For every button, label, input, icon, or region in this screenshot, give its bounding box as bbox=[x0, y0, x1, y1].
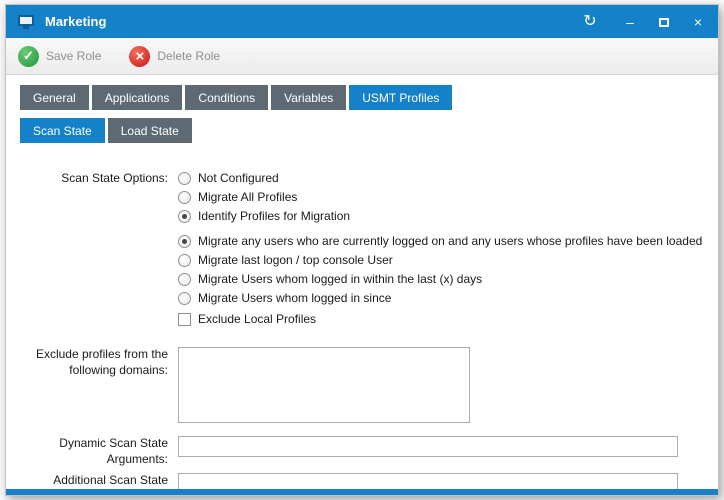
scan-options-label: Scan State Options: bbox=[6, 171, 178, 187]
radio-button[interactable] bbox=[178, 273, 191, 286]
radio-label: Not Configured bbox=[198, 171, 279, 185]
tab-variables[interactable]: Variables bbox=[271, 85, 346, 110]
radio-label: Migrate last logon / top console User bbox=[198, 253, 393, 267]
migration-mode-group: Migrate any users who are currently logg… bbox=[178, 234, 718, 305]
radio-button[interactable] bbox=[178, 172, 191, 185]
dynamic-args-row: Dynamic Scan State Arguments: bbox=[6, 436, 718, 467]
window: Marketing ↻ – × ✓ Save Role × Delete Rol… bbox=[5, 4, 719, 496]
titlebar: Marketing ↻ – × bbox=[6, 5, 718, 38]
radio-button[interactable] bbox=[178, 191, 191, 204]
radio-label: Migrate Users whom logged in since bbox=[198, 291, 391, 305]
radio-option-not-configured[interactable]: Not Configured bbox=[178, 171, 718, 185]
radio-label: Migrate All Profiles bbox=[198, 190, 297, 204]
subtab-scan-state[interactable]: Scan State bbox=[20, 118, 105, 143]
radio-option-migrate-all-profiles[interactable]: Migrate All Profiles bbox=[178, 190, 718, 204]
subtab-load-state[interactable]: Load State bbox=[108, 118, 192, 143]
additional-args-input[interactable] bbox=[178, 473, 678, 489]
additional-args-row: Additional Scan State Arguments: bbox=[6, 473, 718, 489]
window-controls: ↻ – × bbox=[582, 14, 706, 30]
maximize-icon bbox=[659, 18, 669, 27]
radio-button[interactable] bbox=[178, 292, 191, 305]
delete-role-button[interactable]: × Delete Role bbox=[129, 46, 220, 67]
radio-option-migrate-last-x-days[interactable]: Migrate Users whom logged in within the … bbox=[178, 272, 718, 286]
tab-general[interactable]: General bbox=[20, 85, 89, 110]
delete-role-label: Delete Role bbox=[157, 49, 220, 63]
save-role-button[interactable]: ✓ Save Role bbox=[18, 46, 101, 67]
scan-options-controls: Not Configured Migrate All Profiles Iden… bbox=[178, 171, 718, 331]
tab-conditions[interactable]: Conditions bbox=[185, 85, 268, 110]
dynamic-args-label: Dynamic Scan State Arguments: bbox=[6, 436, 178, 467]
maximize-button[interactable] bbox=[656, 15, 672, 29]
dynamic-args-input[interactable] bbox=[178, 436, 678, 457]
exclude-local-profiles-option[interactable]: Exclude Local Profiles bbox=[178, 312, 718, 326]
radio-option-migrate-logged-on-users[interactable]: Migrate any users who are currently logg… bbox=[178, 234, 718, 248]
close-button[interactable]: × bbox=[690, 15, 706, 29]
delete-icon: × bbox=[129, 46, 150, 67]
save-icon: ✓ bbox=[18, 46, 39, 67]
window-bottom-border bbox=[6, 489, 718, 495]
app-icon bbox=[18, 15, 36, 29]
scan-options-row: Scan State Options: Not Configured Migra… bbox=[6, 171, 718, 331]
exclude-domains-label: Exclude profiles from the following doma… bbox=[6, 347, 178, 378]
additional-args-label: Additional Scan State Arguments: bbox=[6, 473, 178, 489]
radio-button[interactable] bbox=[178, 210, 191, 223]
radio-option-identify-profiles[interactable]: Identify Profiles for Migration bbox=[178, 209, 718, 223]
exclude-domains-row: Exclude profiles from the following doma… bbox=[6, 347, 718, 426]
radio-option-migrate-logged-in-since[interactable]: Migrate Users whom logged in since bbox=[178, 291, 718, 305]
exclude-local-profiles-checkbox[interactable] bbox=[178, 313, 191, 326]
window-title: Marketing bbox=[45, 14, 582, 29]
minimize-button[interactable]: – bbox=[622, 15, 638, 29]
radio-button[interactable] bbox=[178, 254, 191, 267]
scan-state-panel: Scan State Options: Not Configured Migra… bbox=[6, 143, 718, 489]
sub-tabs: Scan State Load State bbox=[6, 110, 718, 143]
radio-label: Identify Profiles for Migration bbox=[198, 209, 350, 223]
save-role-label: Save Role bbox=[46, 49, 101, 63]
radio-option-migrate-last-logon[interactable]: Migrate last logon / top console User bbox=[178, 253, 718, 267]
tab-usmt-profiles[interactable]: USMT Profiles bbox=[349, 85, 452, 110]
toolbar: ✓ Save Role × Delete Role bbox=[6, 38, 718, 75]
radio-button[interactable] bbox=[178, 235, 191, 248]
radio-label: Migrate Users whom logged in within the … bbox=[198, 272, 482, 286]
refresh-icon[interactable]: ↻ bbox=[582, 14, 598, 30]
checkbox-label: Exclude Local Profiles bbox=[198, 312, 316, 326]
exclude-domains-textarea[interactable] bbox=[178, 347, 470, 423]
main-tabs: General Applications Conditions Variable… bbox=[6, 75, 718, 110]
radio-label: Migrate any users who are currently logg… bbox=[198, 234, 702, 248]
tab-applications[interactable]: Applications bbox=[92, 85, 183, 110]
